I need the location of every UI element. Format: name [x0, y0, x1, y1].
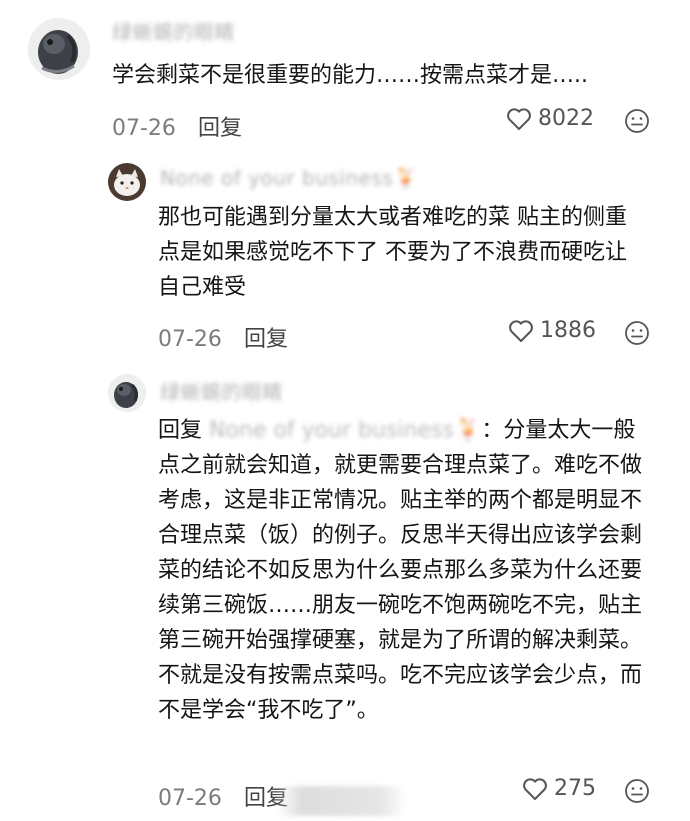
like-button[interactable]: 8022 [506, 106, 594, 131]
like-count: 8022 [538, 106, 594, 131]
heart-outline-icon [507, 107, 531, 130]
reply-button[interactable]: 回复 [244, 321, 288, 353]
heart-outline-icon [523, 777, 547, 800]
avatar-lizard-image [28, 18, 90, 80]
like-count: 275 [554, 776, 596, 801]
watermark-overlay [276, 786, 406, 816]
comment-text: 回复 None of your business🍹：分量太大一般点之前就会知道，… [158, 413, 648, 728]
comment-text: 学会剩菜不是很重要的能力……按需点菜才是….. [112, 63, 588, 88]
avatar[interactable] [108, 163, 146, 201]
like-count: 1886 [540, 318, 596, 343]
emoji-face-icon [625, 779, 649, 803]
emoji-reaction-button[interactable] [624, 320, 650, 346]
reply-colon: ： [481, 418, 504, 443]
avatar[interactable] [28, 18, 90, 80]
username[interactable]: 绿蜥蜴的眼睛 [160, 376, 283, 405]
comment-meta: 07-26 回复 [158, 780, 288, 812]
username[interactable]: 绿蜥蜴的眼睛 [112, 16, 235, 45]
comment-text: 那也可能遇到分量太大或者难吃的菜 贴主的侧重点是如果感觉吃不下了 不要为了不浪费… [158, 205, 627, 300]
heart-outline-icon [509, 319, 533, 342]
avatar[interactable] [108, 374, 146, 412]
avatar-lizard-image [108, 374, 146, 412]
reply-prefix: 回复 [158, 418, 203, 443]
like-button[interactable]: 275 [522, 776, 596, 801]
reply-body: 分量太大一般点之前就会知道，就更需要合理点菜了。难吃不做考虑，这是非正常情况。贴… [158, 418, 643, 723]
reply-target-username[interactable]: None of your business🍹 [209, 418, 481, 443]
like-button[interactable]: 1886 [508, 318, 596, 343]
reply-button[interactable]: 回复 [198, 110, 242, 142]
comment-date: 07-26 [112, 116, 176, 141]
comment-meta: 07-26 回复 [112, 110, 242, 142]
emoji-reaction-button[interactable] [624, 778, 650, 804]
emoji-reaction-button[interactable] [624, 108, 650, 134]
comment-date: 07-26 [158, 786, 222, 811]
username[interactable]: None of your business🍹 [160, 166, 419, 190]
emoji-face-icon [625, 109, 649, 133]
avatar-cat-image [108, 163, 146, 201]
comment-meta: 07-26 回复 [158, 321, 288, 353]
comment-date: 07-26 [158, 327, 222, 352]
emoji-face-icon [625, 321, 649, 345]
